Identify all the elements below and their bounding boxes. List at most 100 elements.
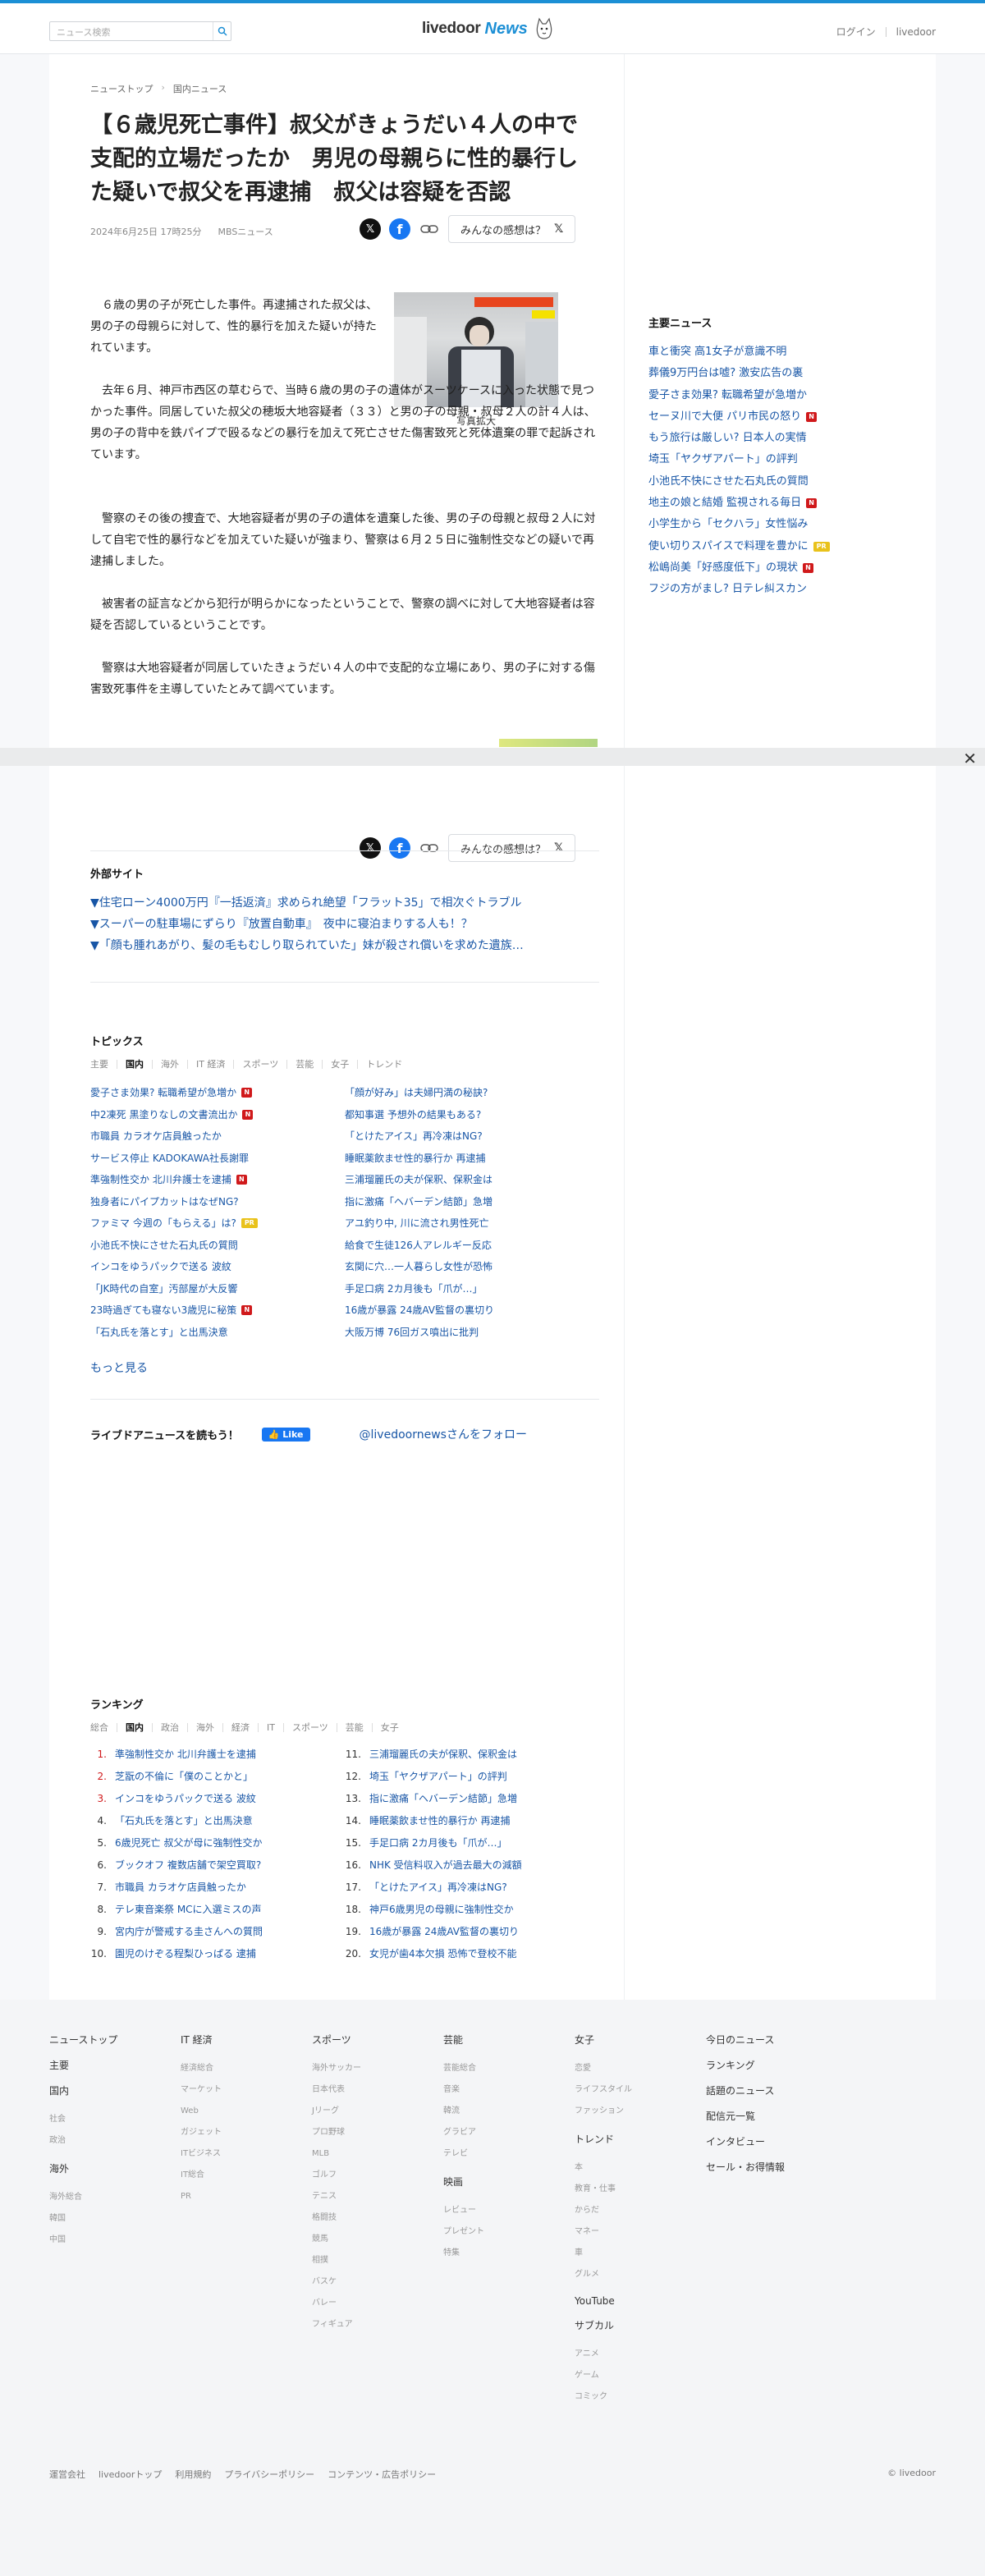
article-source[interactable]: MBSニュース: [218, 225, 273, 238]
footer-heading-link[interactable]: 今日のニュース: [706, 2033, 837, 2047]
footer-sub-link[interactable]: マネー: [575, 2221, 706, 2243]
footer-sub-link[interactable]: 韓流: [443, 2101, 575, 2122]
topic-item[interactable]: 都知事選 予想外の結果もある?: [345, 1104, 599, 1126]
footer-sub-link[interactable]: プレゼント: [443, 2221, 575, 2243]
footer-heading-link[interactable]: 主要: [49, 2058, 181, 2072]
site-logo[interactable]: livedoor News: [422, 17, 554, 39]
close-icon[interactable]: ✕: [963, 749, 977, 768]
footer-sub-link[interactable]: グラビア: [443, 2122, 575, 2143]
main-news-item[interactable]: 葬儀9万円台は嘘? 激安広告の裏: [648, 363, 895, 384]
login-link[interactable]: ログイン: [836, 25, 876, 39]
footer-sub-link[interactable]: Jリーグ: [312, 2101, 443, 2122]
main-news-item[interactable]: 埼玉「ヤクザアパート」の評判: [648, 449, 895, 470]
footer-sub-link[interactable]: アニメ: [575, 2344, 706, 2365]
footer-heading-link[interactable]: 話題のニュース: [706, 2083, 837, 2097]
feelings-button[interactable]: みんなの感想は？ 𝕏: [448, 834, 576, 862]
ranking-item[interactable]: 7. 市職員 カラオケ店員触ったか: [90, 1877, 345, 1899]
footer-sub-link[interactable]: フィギュア: [312, 2314, 443, 2335]
footer-sub-link[interactable]: グルメ: [575, 2264, 706, 2285]
ranking-item[interactable]: 20. 女児が歯4本欠損 恐怖で登校不能: [345, 1943, 599, 1965]
copy-link-icon[interactable]: [419, 218, 440, 240]
main-news-item[interactable]: 使い切りスパイスで料理を豊かに PR: [648, 536, 895, 557]
ranking-tab[interactable]: 芸能: [346, 1723, 373, 1732]
topic-item[interactable]: サービス停止 KADOKAWA社長謝罪: [90, 1148, 345, 1170]
footer-sub-link[interactable]: からだ: [575, 2200, 706, 2221]
footer-sub-link[interactable]: 芸能総合: [443, 2058, 575, 2079]
ranking-item[interactable]: 9. 宮内庁が警戒する圭さんへの質問: [90, 1921, 345, 1943]
footer-heading-link[interactable]: 海外: [49, 2161, 181, 2175]
facebook-share-icon[interactable]: f: [389, 218, 410, 240]
ranking-tab[interactable]: 政治: [161, 1723, 188, 1732]
footer-sub-link[interactable]: ITビジネス: [181, 2143, 312, 2165]
footer-heading-link[interactable]: 国内: [49, 2083, 181, 2097]
footer-sub-link[interactable]: マーケット: [181, 2079, 312, 2101]
footer-sub-link[interactable]: 本: [575, 2157, 706, 2179]
footer-sub-link[interactable]: 経済総合: [181, 2058, 312, 2079]
topic-item[interactable]: 23時過ぎても寝ない3歳児に秘策 N: [90, 1299, 345, 1322]
footer-sub-link[interactable]: 韓国: [49, 2208, 181, 2230]
ranking-tab[interactable]: スポーツ: [292, 1723, 337, 1732]
footer-heading-link[interactable]: ランキング: [706, 2058, 837, 2072]
footer-heading-link[interactable]: トレンド: [575, 2132, 706, 2146]
ranking-item[interactable]: 1. 準強制性交か 北川弁護士を逮捕: [90, 1744, 345, 1766]
footer-bottom-link[interactable]: livedoorトップ: [98, 2468, 162, 2481]
facebook-share-icon[interactable]: f: [389, 837, 410, 859]
topics-tab[interactable]: 芸能: [296, 1060, 323, 1069]
ranking-item[interactable]: 11. 三浦瑠麗氏の夫が保釈、保釈金は: [345, 1744, 599, 1766]
footer-sub-link[interactable]: プロ野球: [312, 2122, 443, 2143]
ranking-item[interactable]: 15. 手足口病 2カ月後も「爪が…」: [345, 1832, 599, 1854]
search-button[interactable]: [213, 22, 231, 40]
footer-heading-link[interactable]: セール・お得情報: [706, 2160, 837, 2174]
ranking-item[interactable]: 12. 埼玉「ヤクザアパート」の評判: [345, 1766, 599, 1788]
ranking-item[interactable]: 10. 園児のけぞる程梨ひっぱる 逮捕: [90, 1943, 345, 1965]
topics-tab[interactable]: 主要: [90, 1060, 117, 1069]
footer-sub-link[interactable]: ゲーム: [575, 2365, 706, 2386]
footer-sub-link[interactable]: 海外総合: [49, 2187, 181, 2208]
topics-tab[interactable]: トレンド: [366, 1060, 410, 1069]
footer-sub-link[interactable]: ファッション: [575, 2101, 706, 2122]
footer-sub-link[interactable]: 車: [575, 2243, 706, 2264]
ranking-tab[interactable]: 国内: [126, 1723, 153, 1732]
topics-tab[interactable]: 女子: [331, 1060, 359, 1069]
footer-bottom-link[interactable]: 運営会社: [49, 2468, 85, 2481]
breadcrumb-domestic[interactable]: 国内ニュース: [173, 82, 227, 95]
twitter-follow-link[interactable]: @livedoornewsさんをフォロー: [360, 1426, 527, 1442]
ranking-item[interactable]: 2. 芝翫の不倫に「僕のことかと」: [90, 1766, 345, 1788]
footer-sub-link[interactable]: 恋愛: [575, 2058, 706, 2079]
more-topics-link[interactable]: もっと見る: [90, 1359, 599, 1376]
footer-sub-link[interactable]: PR: [181, 2186, 312, 2207]
topic-item[interactable]: アユ釣り中, 川に流され男性死亡: [345, 1212, 599, 1235]
topic-item[interactable]: 三浦瑠麗氏の夫が保釈、保釈金は: [345, 1169, 599, 1191]
ranking-item[interactable]: 14. 睡眠薬飲ませ性的暴行か 再逮捕: [345, 1810, 599, 1832]
ranking-tab[interactable]: 女子: [381, 1723, 407, 1732]
ranking-item[interactable]: 17. 「とけたアイス」再冷凍はNG?: [345, 1877, 599, 1899]
topic-item[interactable]: 睡眠薬飲ませ性的暴行か 再逮捕: [345, 1148, 599, 1170]
footer-sub-link[interactable]: 教育・仕事: [575, 2179, 706, 2200]
main-news-item[interactable]: 愛子さま効果? 転職希望が急増か: [648, 385, 895, 406]
footer-sub-link[interactable]: 日本代表: [312, 2079, 443, 2101]
topics-tab[interactable]: スポーツ: [242, 1060, 288, 1069]
footer-sub-link[interactable]: ゴルフ: [312, 2165, 443, 2186]
footer-heading-link[interactable]: 芸能: [443, 2033, 575, 2047]
footer-heading-link[interactable]: 女子: [575, 2033, 706, 2047]
ranking-tab[interactable]: 海外: [196, 1723, 223, 1732]
footer-sub-link[interactable]: 海外サッカー: [312, 2058, 443, 2079]
main-news-item[interactable]: 小池氏不快にさせた石丸氏の質問: [648, 471, 895, 493]
topics-tab[interactable]: 海外: [161, 1060, 188, 1069]
footer-sub-link[interactable]: テレビ: [443, 2143, 575, 2165]
footer-heading-link[interactable]: IT 経済: [181, 2033, 312, 2047]
footer-sub-link[interactable]: Web: [181, 2101, 312, 2122]
footer-sub-link[interactable]: バレー: [312, 2293, 443, 2314]
livedoor-link[interactable]: livedoor: [896, 26, 936, 38]
ranking-item[interactable]: 16. NHK 受信料収入が過去最大の減額: [345, 1854, 599, 1877]
topic-item[interactable]: 給食で生徒126人アレルギー反応: [345, 1235, 599, 1257]
ranking-item[interactable]: 3. インコをゆうパックで送る 波紋: [90, 1788, 345, 1810]
ranking-tab[interactable]: IT: [267, 1723, 284, 1732]
footer-heading-link[interactable]: インタビュー: [706, 2134, 837, 2148]
footer-sub-link[interactable]: バスケ: [312, 2271, 443, 2293]
topic-item[interactable]: 16歳が暴露 24歳AV監督の裏切り: [345, 1299, 599, 1322]
footer-sub-link[interactable]: 音楽: [443, 2079, 575, 2101]
ranking-item[interactable]: 8. テレ東音楽祭 MCに入選ミスの声: [90, 1899, 345, 1921]
external-link[interactable]: ▼「顔も腫れあがり、髪の毛もむしり取られていた」妹が殺され償いを求めた遺族…: [90, 935, 599, 956]
main-news-item[interactable]: 地主の娘と結婚 監視される毎日 N: [648, 493, 895, 514]
